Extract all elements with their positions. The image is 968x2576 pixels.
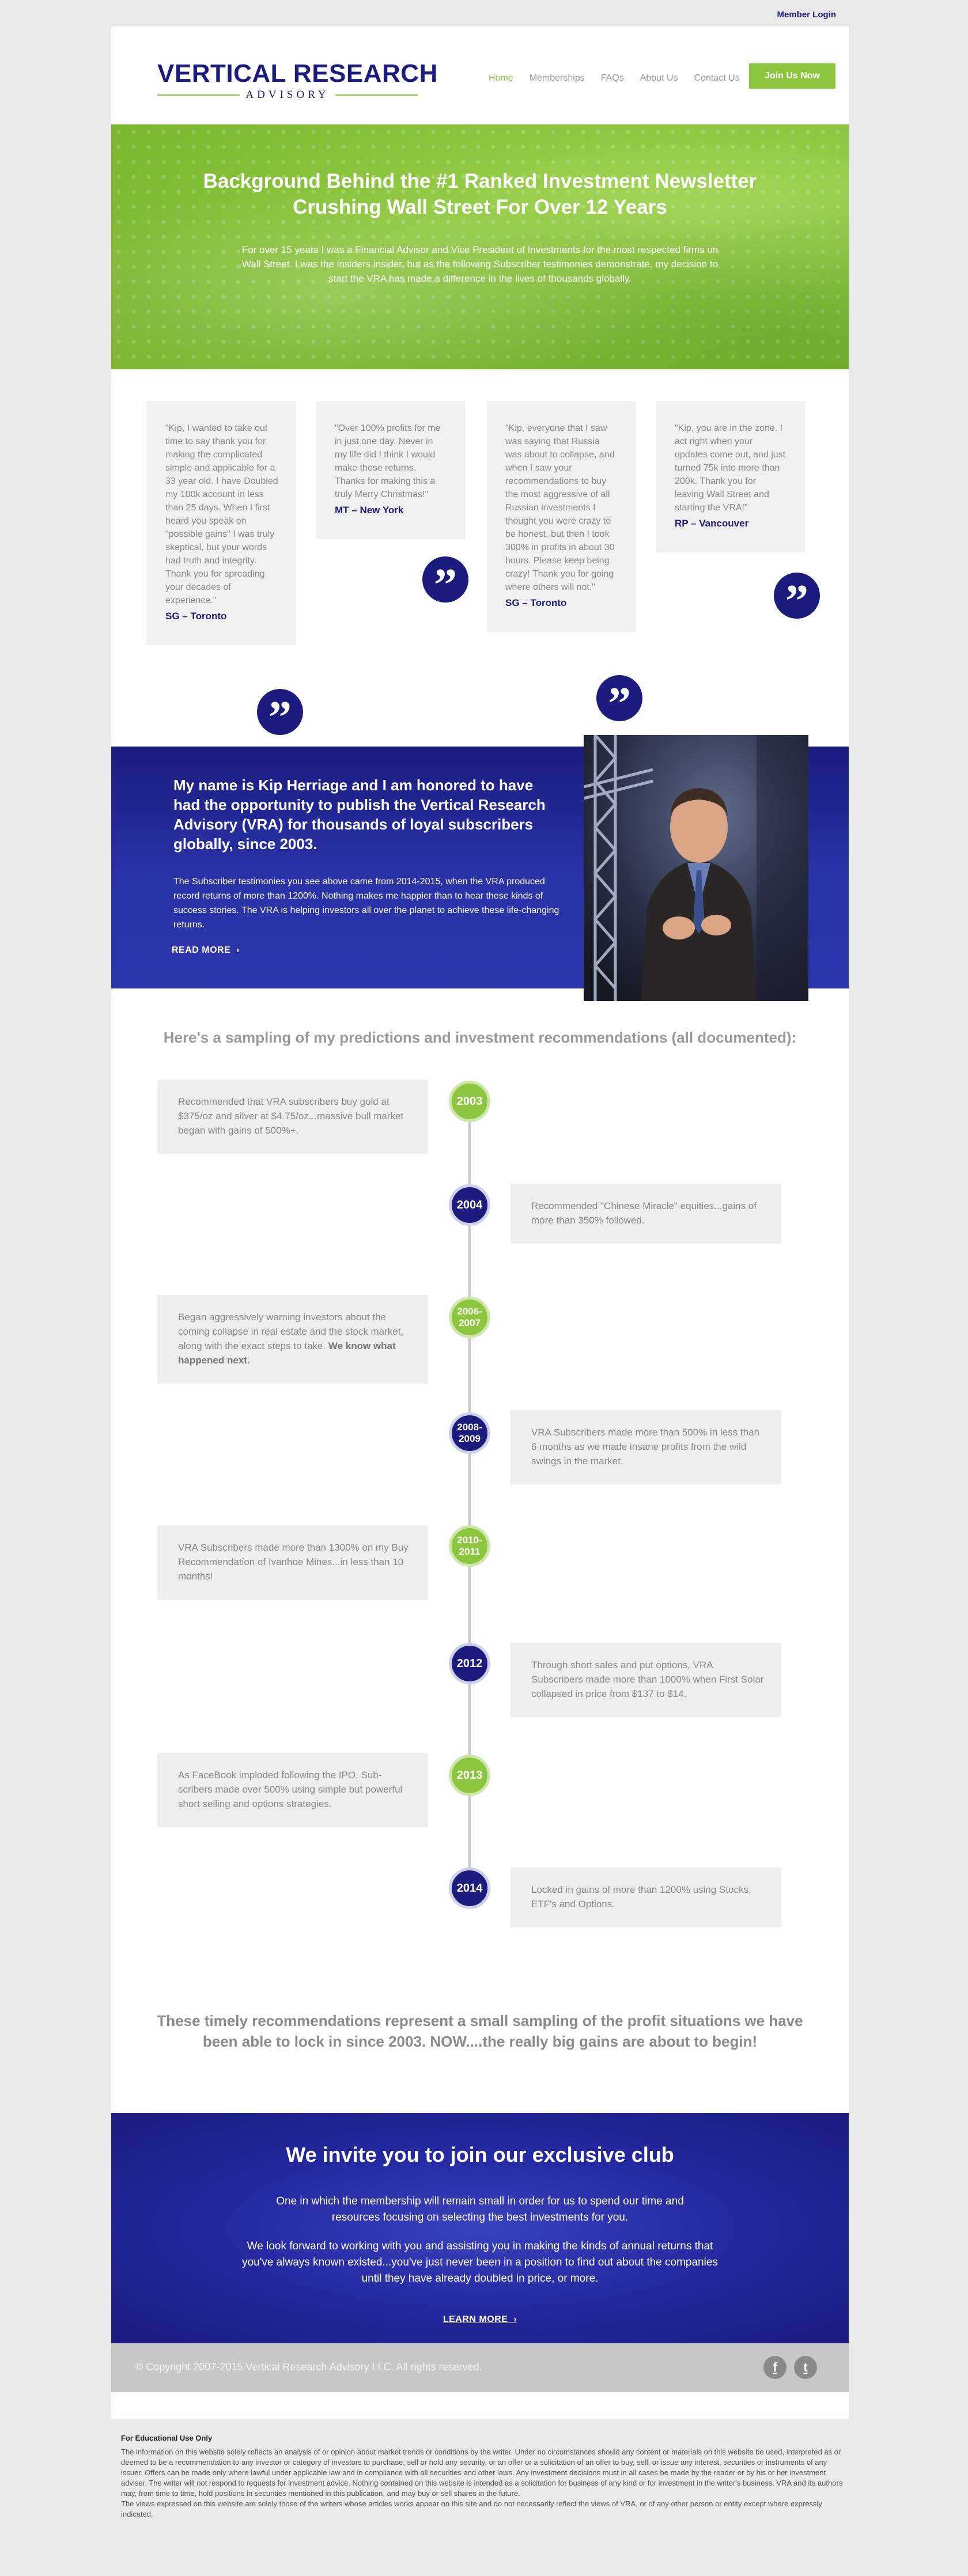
- testimonial-card: "Kip, everyone that I saw was saying tha…: [487, 401, 636, 632]
- timeline-year-2004: 2004: [449, 1184, 490, 1226]
- testimonial-author: RP – Vancouver: [675, 518, 749, 529]
- facebook-icon[interactable]: f: [763, 2356, 786, 2379]
- footer-bar: © Copyright 2007-2015 Vertical Research …: [111, 2343, 849, 2392]
- logo-subtitle: ADVISORY: [245, 89, 330, 101]
- nav-home[interactable]: Home: [489, 70, 513, 87]
- timeline-entry: Recommended that VRA subscribers buy gol…: [157, 1079, 428, 1154]
- nav-about-us[interactable]: About Us: [640, 70, 678, 87]
- timeline-year-2013: 2013: [449, 1755, 490, 1796]
- main-column: VERTICAL RESEARCH ADVISORY Home Membersh…: [111, 26, 849, 2419]
- nav-contact-us[interactable]: Contact Us: [694, 70, 740, 87]
- testimonial-author: SG – Toronto: [165, 611, 227, 622]
- testimonial-quote: "Kip, everyone that I saw was saying tha…: [505, 423, 615, 592]
- testimonial-card: "Kip, you are in the zone. I act right w…: [656, 401, 805, 552]
- hero-text: For over 15 years I was a Financial Advi…: [241, 244, 719, 284]
- site-header: VERTICAL RESEARCH ADVISORY Home Membersh…: [111, 26, 849, 124]
- timeline-entry: VRA Subscribers made more than 1300% on …: [157, 1525, 428, 1600]
- quote-icon: ”: [422, 556, 468, 611]
- timeline-tagline: These timely recommendations represent a…: [157, 2012, 803, 2050]
- member-login-link[interactable]: Member Login: [777, 10, 836, 20]
- timeline-year-2014: 2014: [449, 1867, 490, 1909]
- logo-rule: [157, 94, 240, 96]
- timeline-year-2006-2007: 2006-2007: [449, 1297, 490, 1338]
- bio-heading: My name is Kip Herriage and I am honored…: [173, 776, 546, 853]
- copyright-text: © Copyright 2007-2015 Vertical Research …: [135, 2361, 482, 2373]
- timeline-entry: As FaceBook imploded following the IPO, …: [157, 1753, 428, 1827]
- timeline-entry: VRA Subscribers made more than 500% in l…: [511, 1410, 781, 1484]
- timeline-entry: Recommended "Chinese Miracle" equities..…: [511, 1184, 781, 1244]
- quote-icon: ”: [257, 689, 303, 743]
- testimonial-quote: "Over 100% profits for me in just one da…: [335, 423, 441, 499]
- main-nav: Home Memberships FAQs About Us Contact U…: [489, 70, 756, 87]
- hero-title: Background Behind the #1 Ranked Investme…: [203, 170, 757, 218]
- timeline-entry: Began aggressively warning investors abo…: [157, 1295, 428, 1384]
- sampling-heading: Here's a sampling of my predictions and …: [163, 1029, 797, 1046]
- speaker-photo: [584, 735, 808, 1001]
- read-more-link[interactable]: READ MORE ›: [172, 945, 240, 956]
- disclaimer-text: The information on this website solely r…: [121, 2448, 843, 2498]
- testimonial-quote: "Kip, I wanted to take out time to say t…: [165, 423, 278, 605]
- testimonial-card: "Over 100% profits for me in just one da…: [316, 401, 465, 539]
- timeline-year-2003: 2003: [449, 1081, 490, 1122]
- disclaimer-text: The views expressed on this website are …: [121, 2499, 822, 2518]
- nav-faqs[interactable]: FAQs: [601, 70, 624, 87]
- quote-icon: ”: [774, 573, 820, 627]
- top-bar: Member Login: [111, 0, 849, 26]
- invite-section: We invite you to join our exclusive club…: [111, 2113, 849, 2343]
- logo-title: VERTICAL RESEARCH: [157, 59, 438, 88]
- chevron-right-icon: ›: [511, 2314, 517, 2324]
- testimonial-author: SG – Toronto: [505, 597, 567, 608]
- timeline-year-2012: 2012: [449, 1643, 490, 1684]
- hero-banner: Background Behind the #1 Ranked Investme…: [111, 124, 849, 369]
- testimonial-quote: "Kip, you are in the zone. I act right w…: [675, 423, 786, 513]
- timeline-year-2010-2011: 2010-2011: [449, 1525, 490, 1567]
- timeline-year-2008-2009: 2008-2009: [449, 1412, 490, 1454]
- learn-more-link[interactable]: LEARN MORE ›: [111, 2314, 849, 2325]
- timeline-entry: Through short sales and put options, VRA…: [511, 1643, 781, 1717]
- twitter-icon[interactable]: t: [794, 2356, 817, 2379]
- disclaimer: For Educational Use Only The information…: [121, 2433, 847, 2520]
- invite-text: We look forward to working with you and …: [242, 2240, 718, 2285]
- testimonial-card: "Kip, I wanted to take out time to say t…: [147, 401, 296, 645]
- quote-icon: ”: [596, 675, 642, 729]
- invite-text: One in which the membership will remain …: [276, 2195, 684, 2223]
- testimonial-author: MT – New York: [335, 505, 404, 516]
- logo-rule: [335, 94, 418, 96]
- invite-title: We invite you to join our exclusive club: [286, 2143, 674, 2166]
- bio-text: The Subscriber testimonies you see above…: [173, 877, 559, 930]
- join-us-button[interactable]: Join Us Now: [749, 63, 835, 89]
- disclaimer-heading: For Educational Use Only: [121, 2434, 213, 2442]
- chevron-right-icon: ›: [233, 945, 240, 955]
- logo[interactable]: VERTICAL RESEARCH ADVISORY: [157, 59, 438, 101]
- nav-memberships[interactable]: Memberships: [530, 70, 585, 87]
- timeline-entry: Locked in gains of more than 1200% using…: [511, 1867, 781, 1927]
